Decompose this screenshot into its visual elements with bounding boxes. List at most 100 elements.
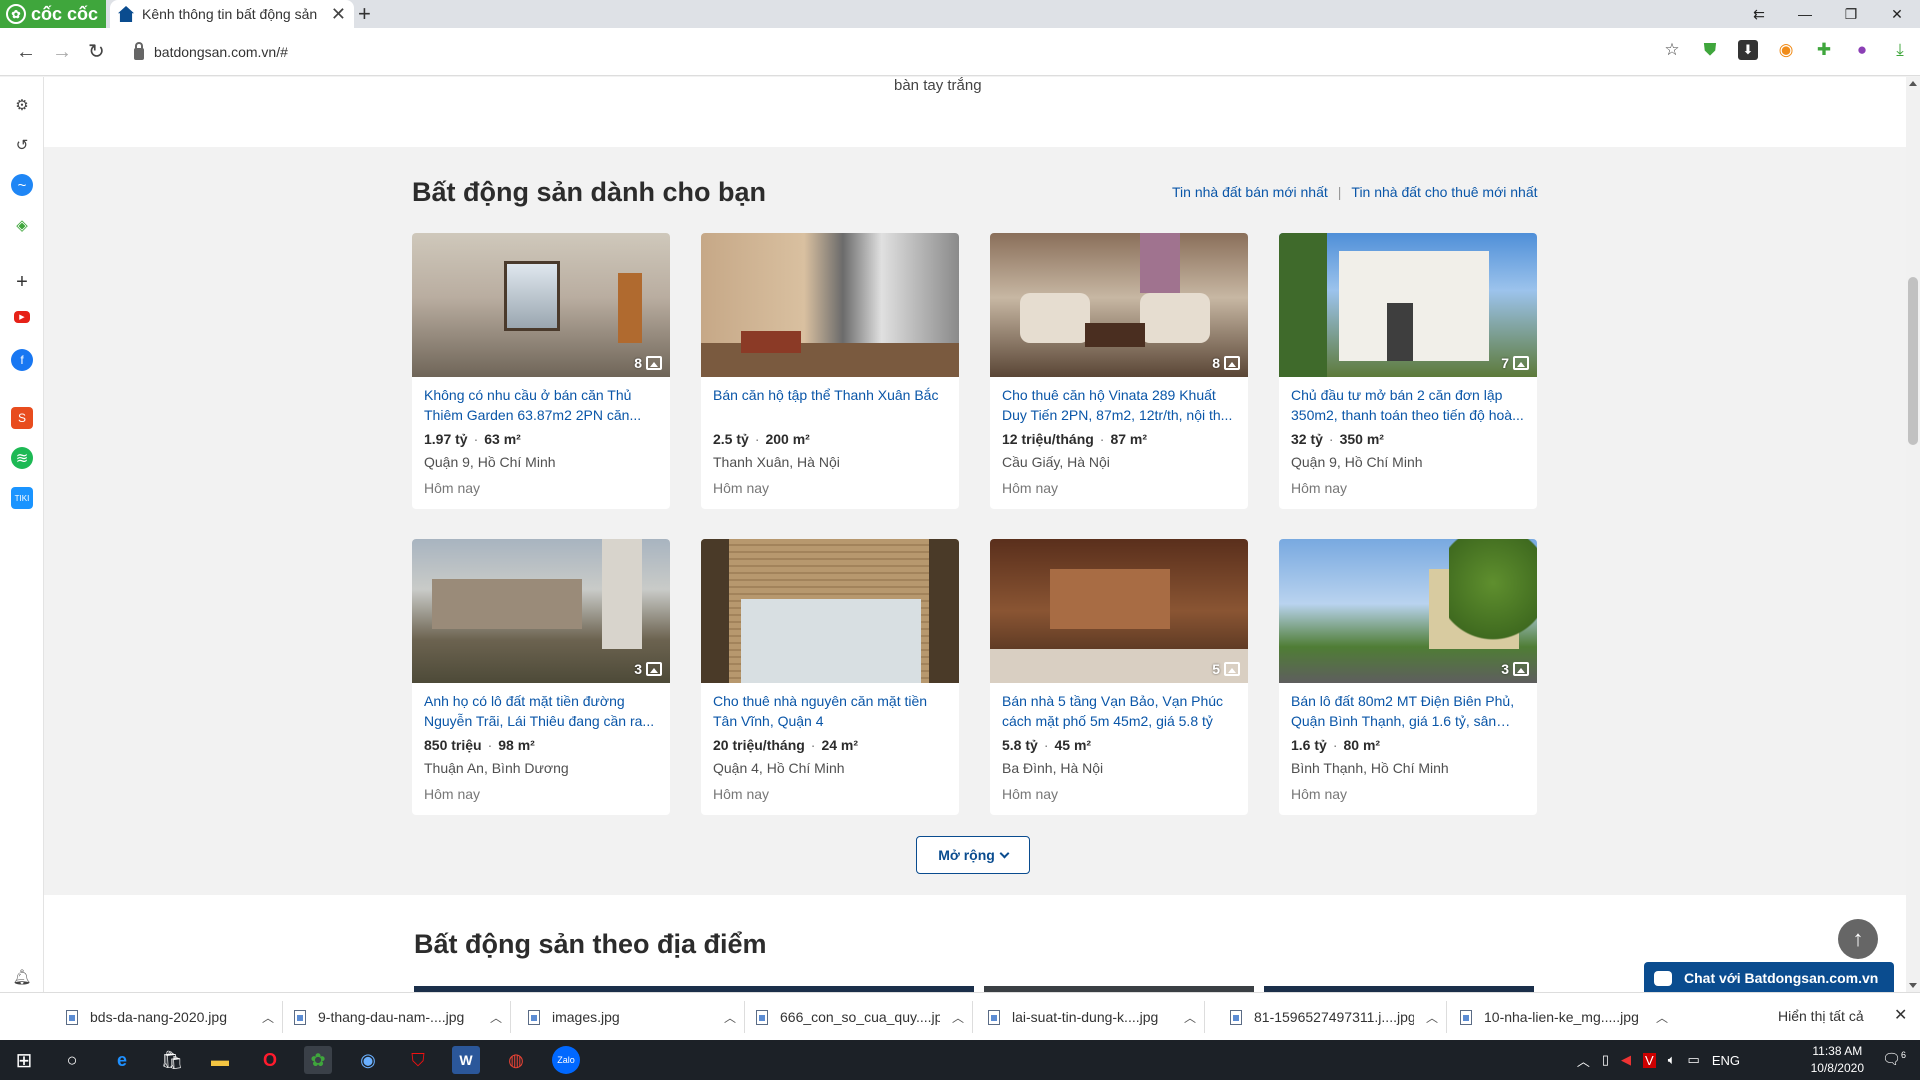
settings-gear-icon[interactable]: ⚙ [11, 94, 33, 116]
show-all-downloads-link[interactable]: Hiển thị tất cả [1778, 1008, 1864, 1024]
listing-photo[interactable]: 3 [1279, 539, 1537, 683]
search-circle-icon[interactable]: ○ [58, 1046, 86, 1074]
action-center-icon[interactable]: 🗨︎6 [1882, 1050, 1906, 1068]
listing-title[interactable]: Anh họ có lô đất mặt tiền đường Nguyễn T… [424, 691, 658, 731]
listing-card[interactable]: 8 Không có nhu cầu ở bán căn Thủ Thiêm G… [412, 233, 670, 509]
extension-orange-icon[interactable]: ◉ [1776, 40, 1796, 60]
expand-button[interactable]: Mở rộng [916, 836, 1030, 874]
chevron-up-icon[interactable]: ︿ [952, 1009, 964, 1026]
chevron-up-icon[interactable]: ︿ [1656, 1009, 1668, 1026]
active-tab[interactable]: Kênh thông tin bất động sản ✕ [110, 0, 354, 28]
download-item[interactable]: images.jpg ︿ [520, 1001, 746, 1033]
download-item[interactable]: 10-nha-lien-ke_mg.....jpg ︿ [1452, 1001, 1676, 1033]
listing-card[interactable]: 5 Bán nhà 5 tầng Vạn Bảo, Vạn Phúc cách … [990, 539, 1248, 815]
download-item[interactable]: lai-suat-tin-dung-k....jpg ︿ [980, 1001, 1206, 1033]
network-icon[interactable]: ▭ [1688, 1052, 1700, 1068]
listing-title[interactable]: Cho thuê nhà nguyên căn mặt tiền Tân Vĩn… [713, 691, 947, 731]
listing-title[interactable]: Không có nhu cầu ở bán căn Thủ Thiêm Gar… [424, 385, 658, 425]
listing-title[interactable]: Cho thuê căn hộ Vinata 289 Khuất Duy Tiế… [1002, 385, 1236, 425]
download-icon[interactable]: ⬇ [1738, 40, 1758, 60]
tiki-icon[interactable]: TIKI [11, 487, 33, 509]
listing-photo[interactable] [701, 233, 959, 377]
history-icon[interactable]: ↺ [11, 134, 33, 156]
listing-card[interactable]: 7 Chủ đầu tư mở bán 2 căn đơn lập 350m2,… [1279, 233, 1537, 509]
notification-bell-icon[interactable]: 🔔︎ [11, 966, 33, 988]
chevron-up-icon[interactable]: ︿ [724, 1009, 736, 1026]
opera-icon[interactable]: O [256, 1046, 284, 1074]
bookmark-star-icon[interactable]: ☆ [1662, 40, 1682, 60]
camera-app-icon[interactable]: ◉ [354, 1046, 382, 1074]
chrome-icon[interactable]: ◍ [502, 1046, 530, 1074]
scrollbar-thumb[interactable] [1908, 277, 1918, 445]
downloads-arrow-icon[interactable]: ⤓ [1890, 40, 1910, 60]
adblock-icon[interactable]: ⛊ [1700, 40, 1720, 60]
listing-photo[interactable] [701, 539, 959, 683]
listing-photo[interactable]: 3 [412, 539, 670, 683]
messenger-icon[interactable]: ~ [11, 174, 33, 196]
battery-icon[interactable]: ▯ [1602, 1052, 1609, 1068]
new-tab-button[interactable]: + [358, 2, 371, 26]
forward-button[interactable]: → [52, 40, 72, 64]
maximize-button[interactable]: ❐ [1828, 0, 1874, 28]
download-item[interactable]: 9-thang-dau-nam-....jpg ︿ [286, 1001, 512, 1033]
taskbar-clock[interactable]: 11:38 AM 10/8/2020 [1811, 1043, 1864, 1077]
reload-button[interactable]: ↻ [88, 40, 105, 64]
facebook-icon[interactable]: f [11, 349, 33, 371]
tray-expand-icon[interactable]: ︿ [1577, 1051, 1590, 1070]
coccoc-logo[interactable]: ✿ cốc cốc [0, 0, 106, 28]
listing-card[interactable]: Bán căn hộ tập thể Thanh Xuân Bắc 2.5 tỷ… [701, 233, 959, 509]
spotify-icon[interactable]: ≋ [11, 447, 33, 469]
scroll-to-top-button[interactable]: ↑ [1838, 919, 1878, 959]
zalo-icon[interactable]: Zalo [552, 1046, 580, 1074]
profile-avatar-icon[interactable]: ● [1852, 40, 1872, 60]
listing-card[interactable]: 3 Bán lô đất 80m2 MT Điện Biên Phủ, Quận… [1279, 539, 1537, 815]
scroll-up-arrow-icon[interactable] [1909, 81, 1917, 86]
listing-photo[interactable]: 8 [412, 233, 670, 377]
listing-title[interactable]: Chủ đầu tư mở bán 2 căn đơn lập 350m2, t… [1291, 385, 1525, 425]
store-icon[interactable]: 🛍︎ [158, 1046, 186, 1074]
url-omnibox[interactable]: batdongsan.com.vn/# [124, 36, 1664, 68]
word-icon[interactable]: W [452, 1046, 480, 1074]
extensions-puzzle-icon[interactable]: ✚ [1814, 40, 1834, 60]
restore-tabs-icon[interactable]: ⇇ [1736, 0, 1782, 28]
listing-photo[interactable]: 7 [1279, 233, 1537, 377]
link-latest-sale[interactable]: Tin nhà đất bán mới nhất [1172, 184, 1328, 200]
youtube-icon[interactable]: ▶ [14, 311, 30, 323]
listing-title[interactable]: Bán căn hộ tập thể Thanh Xuân Bắc [713, 385, 947, 425]
shopee-icon[interactable]: S [11, 407, 33, 429]
listing-photo[interactable]: 8 [990, 233, 1248, 377]
coccoc-taskbar-icon[interactable]: ✿ [304, 1046, 332, 1074]
close-window-button[interactable]: ✕ [1874, 0, 1920, 28]
close-tab-icon[interactable]: ✕ [331, 4, 346, 25]
chevron-up-icon[interactable]: ︿ [1426, 1009, 1438, 1026]
download-item[interactable]: 81-1596527497311.j....jpg ︿ [1222, 1001, 1448, 1033]
download-item[interactable]: bds-da-nang-2020.jpg ︿ [58, 1001, 284, 1033]
close-downloads-icon[interactable]: ✕ [1894, 1005, 1907, 1025]
volume-icon[interactable]: 🔈︎ [1668, 1052, 1676, 1068]
listing-title[interactable]: Bán lô đất 80m2 MT Điện Biên Phủ, Quận B… [1291, 691, 1525, 731]
windows-start-icon[interactable]: ⊞ [10, 1046, 38, 1074]
chevron-up-icon[interactable]: ︿ [1184, 1009, 1196, 1026]
chevron-up-icon[interactable]: ︿ [490, 1009, 502, 1026]
listing-photo[interactable]: 5 [990, 539, 1248, 683]
shield-app-icon[interactable]: ⛉ [404, 1046, 432, 1074]
scroll-down-arrow-icon[interactable] [1909, 983, 1917, 988]
listing-card[interactable]: 3 Anh họ có lô đất mặt tiền đường Nguyễn… [412, 539, 670, 815]
add-sidebar-item-icon[interactable]: + [11, 271, 33, 293]
flag-icon[interactable]: ◀ [1621, 1052, 1631, 1068]
listing-card[interactable]: Cho thuê nhà nguyên căn mặt tiền Tân Vĩn… [701, 539, 959, 815]
link-latest-rent[interactable]: Tin nhà đất cho thuê mới nhất [1351, 184, 1537, 200]
file-explorer-icon[interactable]: ▬ [206, 1046, 234, 1074]
listing-card[interactable]: 8 Cho thuê căn hộ Vinata 289 Khuất Duy T… [990, 233, 1248, 509]
minimize-button[interactable]: — [1782, 0, 1828, 28]
game-controller-icon[interactable]: ◈ [11, 214, 33, 236]
listing-title[interactable]: Bán nhà 5 tầng Vạn Bảo, Vạn Phúc cách mặ… [1002, 691, 1236, 731]
chat-button[interactable]: Chat với Batdongsan.com.vn [1644, 962, 1894, 992]
language-indicator[interactable]: ENG [1712, 1053, 1740, 1068]
page-scrollbar[interactable] [1906, 77, 1920, 992]
edge-browser-icon[interactable]: e [108, 1046, 136, 1074]
antivirus-icon[interactable]: V [1643, 1052, 1656, 1068]
chevron-up-icon[interactable]: ︿ [262, 1009, 274, 1026]
download-item[interactable]: 666_con_so_cua_quy....jpg ︿ [748, 1001, 974, 1033]
back-button[interactable]: ← [16, 40, 36, 64]
